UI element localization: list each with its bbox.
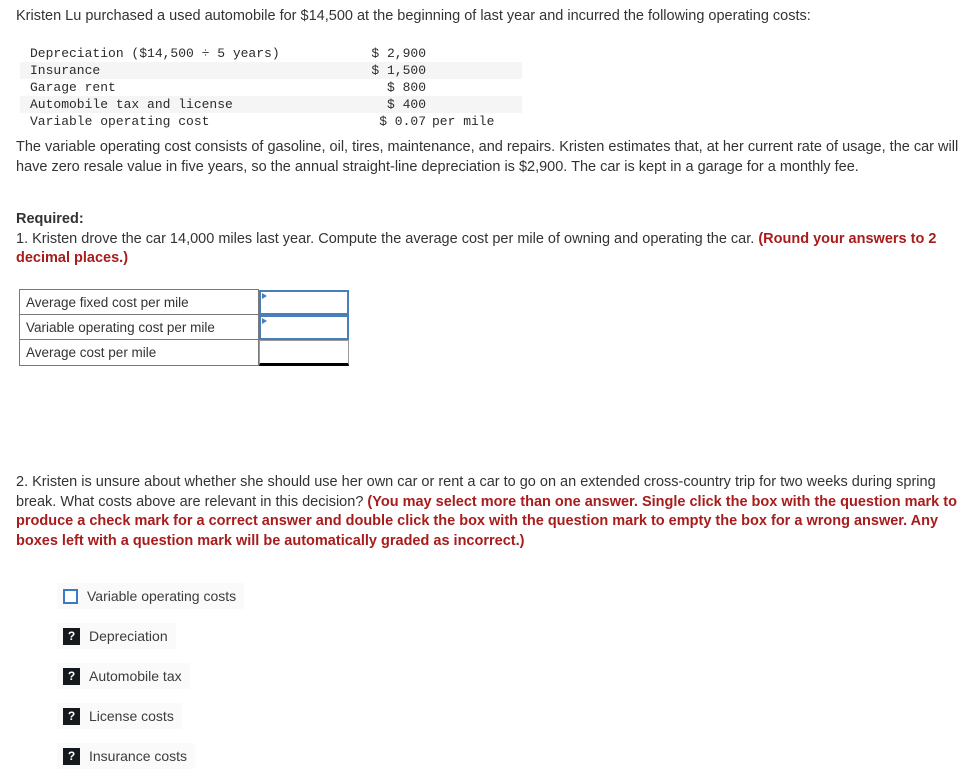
variable-operating-cost-input[interactable] [259,314,349,340]
cost-label: Insurance [20,62,296,79]
table-row: Automobile tax and license $ 400 [20,96,522,113]
cost-unit [426,96,522,113]
checkbox-question-mark-icon[interactable]: ? [63,627,80,645]
question-1-text: 1. Kristen drove the car 14,000 miles la… [16,230,755,247]
answer-field-cell[interactable] [259,339,350,366]
cell-marker-icon [262,292,267,299]
question-page: Kristen Lu purchased a used automobile f… [0,0,965,775]
intro-paragraph: Kristen Lu purchased a used automobile f… [16,8,811,24]
answer-row-label: Average cost per mile [19,339,259,366]
answer-row-label: Variable operating cost per mile [19,314,259,340]
option-license-costs[interactable]: ? License costs [57,703,182,729]
checkbox-question-mark-icon[interactable]: ? [63,707,80,725]
list-item: ? Depreciation [57,623,244,663]
cost-amount: $ 0.07 [379,114,426,129]
cost-unit: per mile [432,114,495,129]
option-depreciation[interactable]: ? Depreciation [57,623,176,649]
cost-unit [426,45,522,62]
table-row: Variable operating cost $ 0.07 per mile [20,113,522,130]
checkbox-question-mark-icon[interactable]: ? [63,747,80,765]
option-automobile-tax[interactable]: ? Automobile tax [57,663,190,689]
cost-unit [426,79,522,96]
average-cost-per-mile-input[interactable] [259,339,349,366]
option-label: Variable operating costs [87,588,237,604]
option-variable-operating-costs[interactable]: Variable operating costs [57,583,245,609]
question-2-block: 2. Kristen is unsure about whether she s… [16,473,960,551]
table-row: Depreciation ($14,500 ÷ 5 years) $ 2,900 [20,45,522,62]
operating-cost-table: Depreciation ($14,500 ÷ 5 years) $ 2,900… [20,45,522,130]
list-item: ? Automobile tax [57,663,244,703]
option-label: Insurance costs [89,748,188,764]
cost-amount: $ 1,500 [296,62,426,79]
answer-field-cell[interactable] [259,289,350,315]
option-label: License costs [89,708,174,724]
option-label: Automobile tax [89,668,182,684]
checkbox-question-mark-icon[interactable]: ? [63,667,80,685]
required-label: Required: [16,211,84,227]
answer-options-list: Variable operating costs ? Depreciation … [57,583,245,783]
cost-label: Automobile tax and license [20,96,296,113]
average-fixed-cost-input[interactable] [259,289,349,315]
cost-amount: $ 800 [386,80,426,95]
cost-label: Depreciation ($14,500 ÷ 5 years) [30,46,280,61]
answer-entry-table: Average fixed cost per mile Variable ope… [19,289,350,366]
cell-marker-icon [262,317,267,324]
table-row: Average fixed cost per mile [19,289,350,315]
table-row: Average cost per mile [19,339,350,366]
table-row: Insurance $ 1,500 [20,62,522,79]
option-label: Depreciation [89,628,168,644]
answer-row-label: Average fixed cost per mile [19,289,259,315]
cost-label: Variable operating cost [30,114,210,129]
option-insurance-costs[interactable]: ? Insurance costs [57,743,196,769]
required-block: Required: 1. Kristen drove the car 14,00… [16,210,946,269]
answer-field-cell[interactable] [259,314,350,340]
table-row: Garage rent $ 800 [20,79,522,96]
cost-amount: $ 2,900 [371,46,426,61]
table-row: Variable operating cost per mile [19,314,350,340]
cost-amount: $ 400 [296,96,426,113]
list-item: ? License costs [57,703,244,743]
cost-unit [426,62,522,79]
variable-cost-paragraph: The variable operating cost consists of … [16,139,959,175]
checkbox-empty-icon[interactable] [63,588,78,604]
cost-label: Garage rent [30,80,116,95]
list-item: Variable operating costs [57,583,245,623]
list-item: ? Insurance costs [57,743,244,783]
